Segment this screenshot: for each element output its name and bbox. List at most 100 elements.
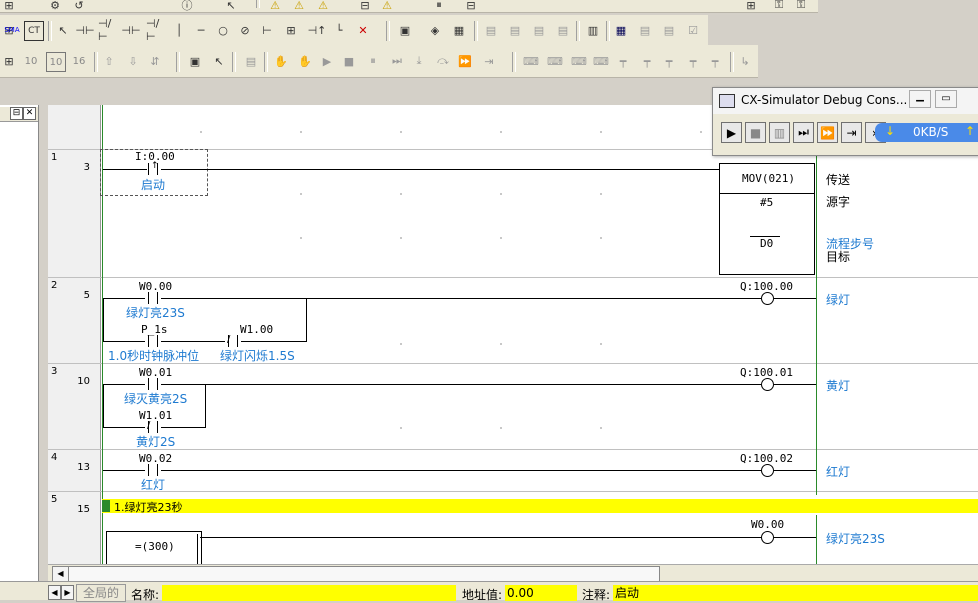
output-coil[interactable] xyxy=(761,531,774,544)
rising-edge-icon[interactable]: ⊣↑ xyxy=(308,21,327,39)
play-icon[interactable]: ▶ xyxy=(318,52,336,70)
network-icon[interactable]: ⊞ xyxy=(742,0,760,14)
key-icon[interactable]: ⚿ xyxy=(770,0,788,14)
simulator-icon[interactable]: ▣ xyxy=(186,52,204,70)
no-contact[interactable] xyxy=(145,464,161,476)
step-button[interactable]: ⏭ xyxy=(793,122,814,143)
nav-left-icon[interactable]: ◀ xyxy=(48,585,61,600)
horizontal-line-icon[interactable]: ─ xyxy=(192,21,210,39)
corner-line-icon[interactable]: └ xyxy=(330,21,348,39)
output-coil[interactable] xyxy=(761,292,774,305)
keyboard-icon[interactable]: ⌨ xyxy=(592,52,610,70)
pause-icon[interactable]: ⏸ xyxy=(364,52,382,70)
bars-icon[interactable]: ▥ xyxy=(584,21,602,39)
warning-icon[interactable]: ⚠ xyxy=(266,0,284,14)
or-contact-icon[interactable]: ⊣⊢ xyxy=(121,21,140,39)
coil-icon[interactable]: ○ xyxy=(214,21,232,39)
nc-contact[interactable]: / xyxy=(145,420,161,433)
download-icon[interactable]: ⇩ xyxy=(124,52,142,70)
force-clear-icon[interactable]: ┯ xyxy=(706,52,724,70)
network-icon[interactable]: ⊟ xyxy=(356,0,374,14)
ladder-diagram[interactable]: 1 3 2 5 3 10 4 13 5 15 I:0.00 ↑ 启动 MOV(0… xyxy=(48,105,978,564)
arrow-icon[interactable]: ↺ xyxy=(70,0,88,14)
ladder-icon[interactable]: ⊞ xyxy=(0,0,18,14)
grid-icon[interactable]: ▦ xyxy=(612,21,630,39)
warning-icon[interactable]: ⚠ xyxy=(314,0,332,14)
hex-10-alt-button[interactable]: 10 xyxy=(46,52,66,72)
stop-button[interactable]: ■ xyxy=(745,122,766,143)
document-icon[interactable]: ▤ xyxy=(482,21,500,39)
keyboard-icon[interactable]: ⌨ xyxy=(570,52,588,70)
nc-contact-icon[interactable]: ⊣/⊢ xyxy=(98,17,116,43)
checkbox-icon[interactable]: ☑ xyxy=(684,21,702,39)
key-icon[interactable]: ⚿ xyxy=(792,0,810,14)
tab-global[interactable]: 全局的 xyxy=(76,584,126,602)
step-out-button[interactable]: ⇥ xyxy=(841,122,862,143)
debug-title-bar[interactable]: CX-Simulator Debug Cons... ▁ ▭ xyxy=(713,88,978,114)
no-contact[interactable] xyxy=(145,292,161,304)
debug-console-window[interactable]: CX-Simulator Debug Cons... ▁ ▭ ▶ ■ ▥ ⏭ ⏩… xyxy=(712,87,978,156)
compare-icon[interactable]: ⇵ xyxy=(146,52,164,70)
return-icon[interactable]: ↳ xyxy=(736,52,754,70)
step-icon[interactable]: ⏭ xyxy=(388,52,406,70)
step-over-icon[interactable]: ⤼ xyxy=(434,52,452,70)
scroll-thumb[interactable] xyxy=(68,566,660,582)
force-off-icon[interactable]: ┯ xyxy=(638,52,656,70)
no-contact[interactable] xyxy=(145,378,161,390)
minimize-icon[interactable]: ▁ xyxy=(909,90,931,108)
instruction-block-icon[interactable]: ⊞ xyxy=(282,21,300,39)
step-run-button[interactable]: ⏩ xyxy=(817,122,838,143)
keyboard-icon[interactable]: ⌨ xyxy=(522,52,540,70)
output-coil[interactable] xyxy=(761,378,774,391)
step-out-icon[interactable]: ⇥ xyxy=(480,52,498,70)
document-icon[interactable]: ▤ xyxy=(554,21,572,39)
warning-icon[interactable]: ⚠ xyxy=(290,0,308,14)
force-on-icon[interactable]: ┯ xyxy=(614,52,632,70)
instruction-icon[interactable]: ⊢ xyxy=(258,21,276,39)
document-icon[interactable]: ▤ xyxy=(636,21,654,39)
layers-icon[interactable]: ◈ xyxy=(426,21,444,39)
pause-button[interactable]: ▥ xyxy=(769,122,790,143)
nav-right-icon[interactable]: ▶ xyxy=(61,585,74,600)
force-cancel-icon[interactable]: ┯ xyxy=(660,52,678,70)
wrench-icon[interactable]: ⚙ xyxy=(46,0,64,14)
hand-icon[interactable]: ✋ xyxy=(296,52,314,70)
maximize-icon[interactable]: ▭ xyxy=(935,90,957,108)
hex-16-button[interactable]: 16 xyxy=(70,52,88,70)
document-icon[interactable]: ▤ xyxy=(506,21,524,39)
scroll-left-button[interactable]: ◀ xyxy=(52,566,69,582)
minimize-icon[interactable]: ⊟ xyxy=(10,107,23,120)
warning-icon[interactable]: ⚠ xyxy=(378,0,396,14)
document-icon[interactable]: ▤ xyxy=(660,21,678,39)
mov-instruction-block[interactable]: MOV(021) #5 D0 xyxy=(719,163,815,275)
nc-coil-icon[interactable]: ⊘ xyxy=(236,21,254,39)
fast-forward-icon[interactable]: ⏩ xyxy=(456,52,474,70)
horizontal-scrollbar[interactable]: ◀ xyxy=(48,564,978,582)
compare-block[interactable]: =(300) xyxy=(106,531,202,564)
cursor-help-icon[interactable]: ↖ xyxy=(222,0,240,14)
rising-edge-contact[interactable]: ↑ xyxy=(145,161,161,175)
step-into-icon[interactable]: ⤓ xyxy=(410,52,428,70)
hex-10-button[interactable]: 10 xyxy=(22,52,40,70)
grid-icon[interactable]: ⊞ xyxy=(0,52,18,70)
keyboard-icon[interactable]: ⌨ xyxy=(546,52,564,70)
no-contact-icon[interactable]: ⊣⊢ xyxy=(75,21,94,39)
stop-icon[interactable]: ■ xyxy=(340,52,358,70)
table-icon[interactable]: ▦ xyxy=(450,21,468,39)
force-cancel-all-icon[interactable]: ┯ xyxy=(684,52,702,70)
sma-button[interactable]: SMA xyxy=(3,21,21,39)
run-button[interactable]: ▶ xyxy=(721,122,742,143)
upload-icon[interactable]: ⇧ xyxy=(100,52,118,70)
pointer-icon[interactable]: ↖ xyxy=(210,52,228,70)
document-icon[interactable]: ▤ xyxy=(242,52,260,70)
delete-icon[interactable]: ✕ xyxy=(354,21,372,39)
close-icon[interactable]: ✕ xyxy=(23,107,36,120)
no-contact[interactable] xyxy=(145,335,161,347)
or-nc-contact-icon[interactable]: ⊣/⊢ xyxy=(146,17,164,43)
select-pointer-icon[interactable]: ↖ xyxy=(54,21,72,39)
vertical-line-icon[interactable]: │ xyxy=(170,21,188,39)
output-coil[interactable] xyxy=(761,464,774,477)
ct-button[interactable]: CT xyxy=(24,21,44,41)
document-icon[interactable]: ▤ xyxy=(530,21,548,39)
pause-icon[interactable]: ⏸ xyxy=(430,0,448,14)
